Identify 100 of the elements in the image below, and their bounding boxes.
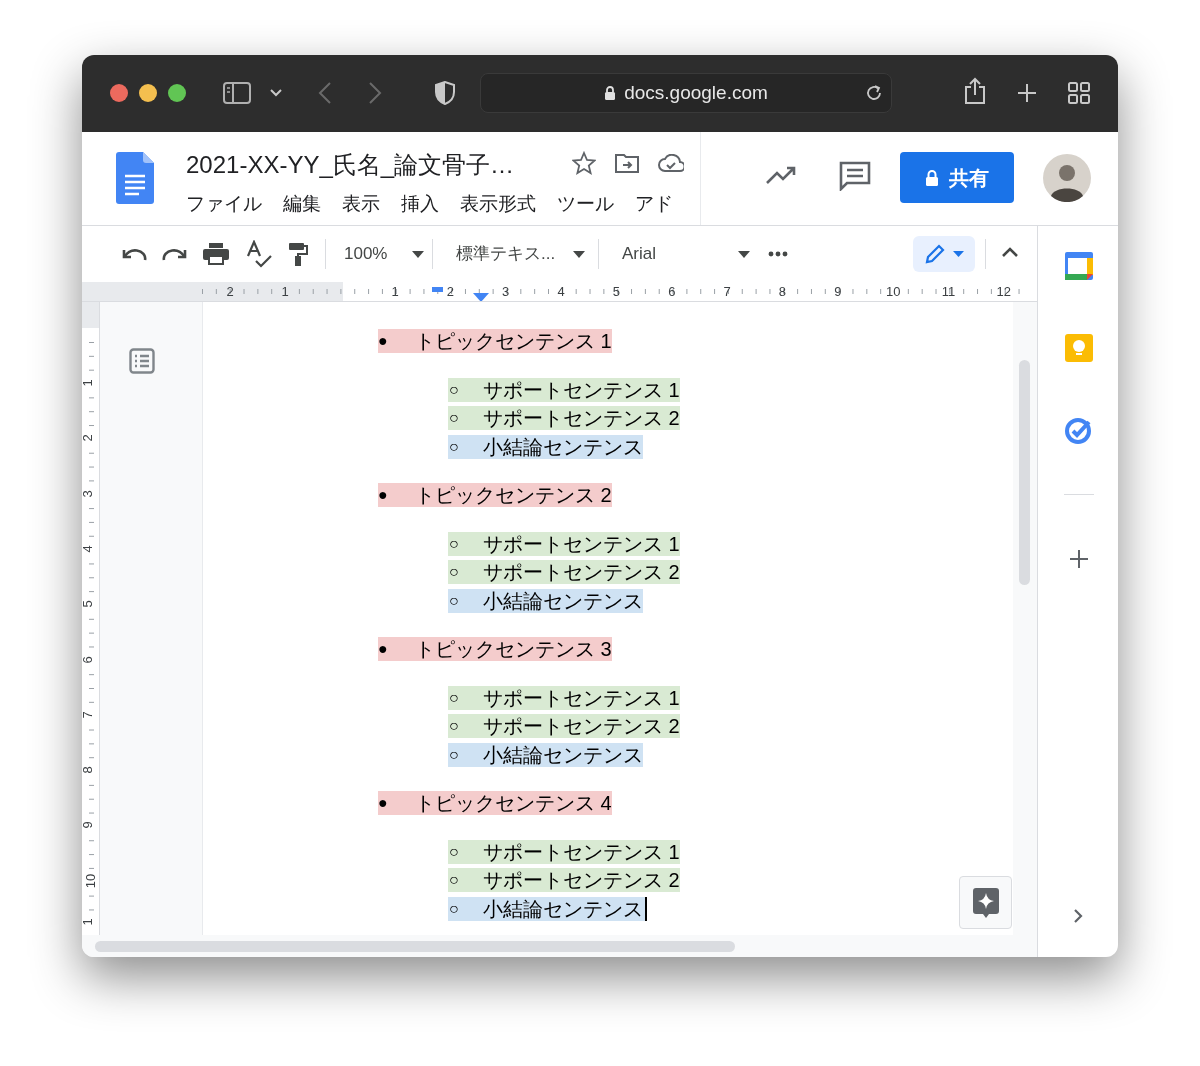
bullet: ○ bbox=[448, 716, 460, 737]
close-button[interactable] bbox=[110, 84, 128, 102]
ruler-number: 7 bbox=[722, 283, 732, 301]
print-icon[interactable] bbox=[203, 243, 229, 265]
bullet: ○ bbox=[448, 408, 460, 429]
document-title[interactable]: 2021-XX-YY_氏名_論文骨子… bbox=[186, 147, 515, 183]
caret-icon bbox=[738, 250, 750, 258]
sentence-text: 小結論センテンス bbox=[483, 434, 643, 459]
outline-icon[interactable] bbox=[129, 348, 155, 374]
editing-mode-button[interactable] bbox=[913, 236, 975, 272]
redo-icon[interactable] bbox=[162, 246, 188, 262]
support-sentence[interactable]: ○ 小結論センテンス bbox=[448, 434, 643, 459]
bullet: ○ bbox=[448, 744, 460, 765]
support-sentence[interactable]: ○ サポートセンテンス 1 bbox=[448, 839, 680, 864]
add-icon[interactable] bbox=[1070, 550, 1088, 568]
ruler-number: 5 bbox=[82, 600, 96, 608]
support-sentence[interactable]: ○ 小結論センテンス bbox=[448, 588, 643, 613]
trend-icon[interactable] bbox=[765, 165, 797, 185]
support-sentence[interactable]: ○ 小結論センテンス bbox=[448, 896, 647, 921]
paint-format-icon[interactable] bbox=[288, 242, 308, 266]
move-folder-icon[interactable] bbox=[615, 153, 639, 173]
support-sentence[interactable]: ○ サポートセンテンス 1 bbox=[448, 531, 680, 556]
shield-icon[interactable] bbox=[435, 81, 455, 105]
support-sentence[interactable]: ○ サポートセンテンス 2 bbox=[448, 560, 680, 585]
sentence-text: サポートセンテンス 1 bbox=[483, 685, 680, 710]
lock-icon bbox=[925, 168, 939, 187]
bullet: ○ bbox=[448, 562, 460, 583]
ruler-number: 3 bbox=[501, 283, 511, 301]
font-dropdown[interactable]: Arial bbox=[622, 238, 750, 270]
chevron-down-icon[interactable] bbox=[270, 89, 282, 97]
support-sentence[interactable]: ○ サポートセンテンス 2 bbox=[448, 406, 680, 431]
caret-icon bbox=[952, 251, 964, 257]
bullet: ○ bbox=[448, 533, 460, 554]
sentence-text: サポートセンテンス 2 bbox=[483, 406, 680, 431]
sparkle-icon bbox=[972, 887, 999, 918]
share-button[interactable]: 共有 bbox=[900, 152, 1014, 203]
reload-icon[interactable] bbox=[865, 84, 883, 102]
menu-item[interactable]: 編集 bbox=[283, 190, 321, 219]
ruler-number: 5 bbox=[611, 283, 621, 301]
support-sentence[interactable]: ○ サポートセンテンス 2 bbox=[448, 714, 680, 739]
docs-logo-icon[interactable] bbox=[116, 152, 154, 204]
support-sentence[interactable]: ○ サポートセンテンス 1 bbox=[448, 377, 680, 402]
back-icon[interactable] bbox=[318, 82, 332, 104]
star-icon[interactable] bbox=[572, 151, 596, 175]
ruler-number: 8 bbox=[777, 283, 788, 301]
menu-item[interactable]: 表示 bbox=[342, 190, 380, 219]
horizontal-scrollbar[interactable] bbox=[95, 941, 735, 952]
ruler-number: 2 bbox=[82, 434, 96, 442]
indent-marker-icon[interactable] bbox=[432, 287, 443, 292]
explore-button[interactable] bbox=[959, 876, 1012, 929]
vertical-ruler[interactable]: 1 2 3 4 5 6 7 8 9 10 1 bbox=[82, 302, 100, 935]
avatar[interactable] bbox=[1043, 154, 1091, 202]
ruler-number: 1 bbox=[280, 283, 290, 301]
topic-sentence[interactable]: ● トピックセンテンス 3 bbox=[378, 637, 612, 662]
more-icon[interactable] bbox=[768, 251, 788, 257]
calendar-icon[interactable] bbox=[1065, 252, 1093, 280]
menu-item[interactable]: アド bbox=[635, 190, 673, 219]
menu-item[interactable]: ファイル bbox=[186, 190, 262, 219]
lock-icon bbox=[604, 85, 617, 101]
horizontal-ruler[interactable]: 2 1 1 2 3 4 5 6 7 8 9 10 11 12 bbox=[82, 282, 1037, 302]
menu-item[interactable]: 表示形式 bbox=[460, 190, 536, 219]
menu-item[interactable]: ツール bbox=[557, 190, 614, 219]
ruler-number: 4 bbox=[82, 545, 96, 553]
sidebar-icon[interactable] bbox=[223, 82, 251, 104]
maximize-button[interactable] bbox=[168, 84, 186, 102]
sentence-text: サポートセンテンス 2 bbox=[483, 714, 680, 739]
support-sentence[interactable]: ○ サポートセンテンス 1 bbox=[448, 685, 680, 710]
bullet: ○ bbox=[448, 687, 460, 708]
spellcheck-icon[interactable] bbox=[246, 240, 272, 268]
sentence-text: サポートセンテンス 2 bbox=[483, 560, 680, 585]
topic-sentence[interactable]: ● トピックセンテンス 2 bbox=[378, 483, 612, 508]
sentence-text: トピックセンテンス 1 bbox=[415, 329, 612, 354]
sentence-text: サポートセンテンス 1 bbox=[483, 839, 680, 864]
topic-sentence[interactable]: ● トピックセンテンス 4 bbox=[378, 791, 612, 816]
minimize-button[interactable] bbox=[139, 84, 157, 102]
style-dropdown[interactable]: 標準テキス... bbox=[456, 238, 585, 270]
tasks-icon[interactable] bbox=[1065, 416, 1093, 444]
tab-overview-icon[interactable] bbox=[1068, 82, 1090, 104]
ruler-number: 1 bbox=[82, 918, 96, 926]
collapse-icon[interactable] bbox=[1002, 247, 1018, 257]
sentence-text: 小結論センテンス bbox=[483, 588, 643, 613]
expand-icon[interactable] bbox=[1073, 908, 1083, 924]
undo-icon[interactable] bbox=[121, 246, 147, 262]
topic-sentence[interactable]: ● トピックセンテンス 1 bbox=[378, 329, 612, 354]
address-bar[interactable]: docs.google.com bbox=[480, 73, 892, 113]
bullet: ○ bbox=[448, 898, 460, 919]
vertical-scrollbar[interactable] bbox=[1019, 360, 1030, 585]
menu-item[interactable]: 挿入 bbox=[401, 190, 439, 219]
support-sentence[interactable]: ○ サポートセンテンス 2 bbox=[448, 868, 680, 893]
comment-icon[interactable] bbox=[839, 161, 871, 191]
ruler-number: 7 bbox=[82, 711, 96, 719]
ruler-number: 10 bbox=[884, 283, 902, 301]
ruler-number: 11 bbox=[940, 283, 957, 301]
new-tab-icon[interactable] bbox=[1017, 83, 1037, 103]
share-icon[interactable] bbox=[964, 77, 986, 105]
cloud-check-icon[interactable] bbox=[658, 154, 684, 172]
zoom-dropdown[interactable]: 100% bbox=[344, 238, 424, 270]
ruler-number: 2 bbox=[445, 283, 455, 301]
support-sentence[interactable]: ○ 小結論センテンス bbox=[448, 742, 643, 767]
forward-icon[interactable] bbox=[368, 82, 382, 104]
